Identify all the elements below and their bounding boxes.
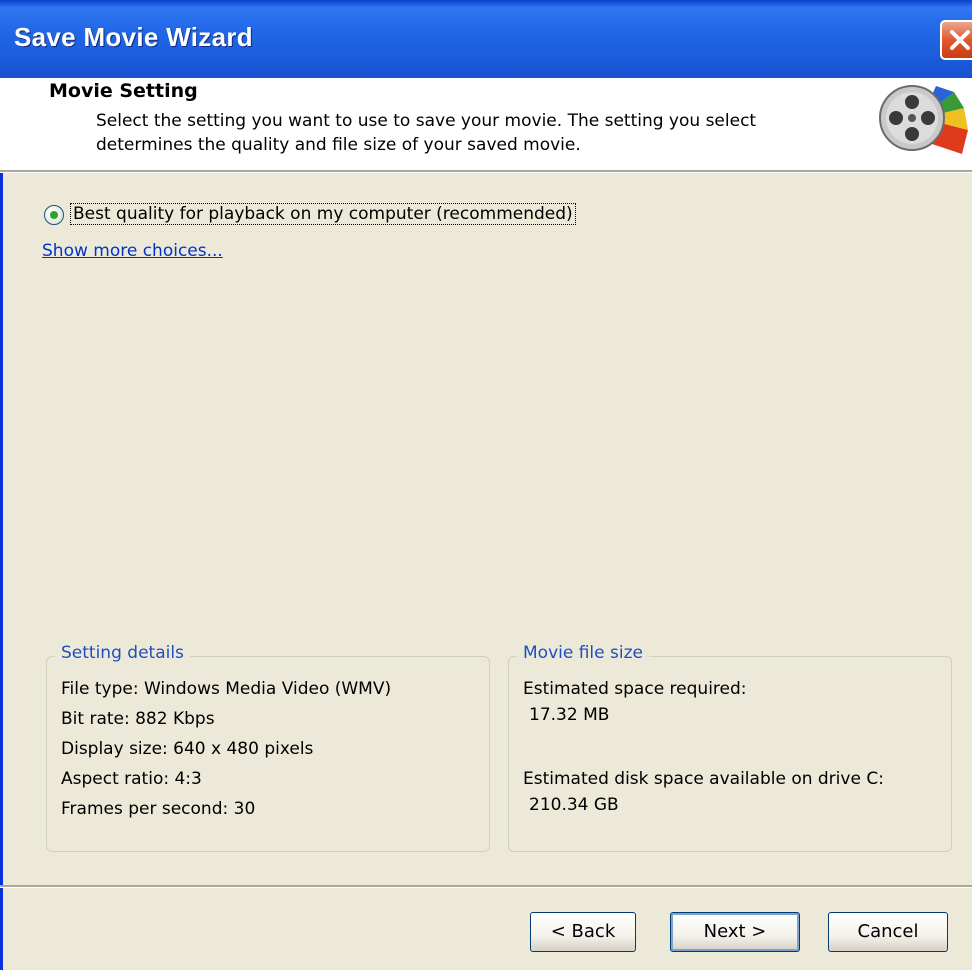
show-more-choices-link[interactable]: Show more choices... <box>42 241 223 261</box>
movie-file-size-group: Movie file size Estimated space required… <box>508 643 952 852</box>
movie-maker-film-icon <box>876 78 968 170</box>
space-available-value: 210.34 GB <box>529 795 619 815</box>
space-available-label: Estimated disk space available on drive … <box>523 769 884 789</box>
next-button[interactable]: Next > <box>670 912 800 952</box>
window-left-border <box>0 78 3 970</box>
quality-option-label[interactable]: Best quality for playback on my computer… <box>70 203 576 225</box>
page-title: Movie Setting <box>49 80 198 102</box>
back-button[interactable]: < Back <box>530 912 636 952</box>
title-bar[interactable]: Save Movie Wizard <box>0 0 972 78</box>
detail-file-type: File type: Windows Media Video (WMV) <box>61 679 392 699</box>
movie-file-size-title: Movie file size <box>517 643 649 663</box>
cancel-button[interactable]: Cancel <box>828 912 948 952</box>
detail-frame-rate: Frames per second: 30 <box>61 799 256 819</box>
detail-display-size: Display size: 640 x 480 pixels <box>61 739 314 759</box>
close-button[interactable] <box>940 20 972 60</box>
setting-details-title: Setting details <box>55 643 190 663</box>
radio-selected-icon[interactable] <box>44 205 64 225</box>
close-icon <box>950 30 970 50</box>
footer-separator <box>0 885 972 888</box>
page-description: Select the setting you want to use to sa… <box>96 111 757 155</box>
header-separator <box>0 170 972 173</box>
space-required-label: Estimated space required: <box>523 679 747 699</box>
setting-details-group: Setting details File type: Windows Media… <box>46 643 490 852</box>
detail-bit-rate: Bit rate: 882 Kbps <box>61 709 215 729</box>
detail-aspect-ratio: Aspect ratio: 4:3 <box>61 769 202 789</box>
window-title: Save Movie Wizard <box>14 22 253 52</box>
space-required-value: 17.32 MB <box>529 705 610 725</box>
